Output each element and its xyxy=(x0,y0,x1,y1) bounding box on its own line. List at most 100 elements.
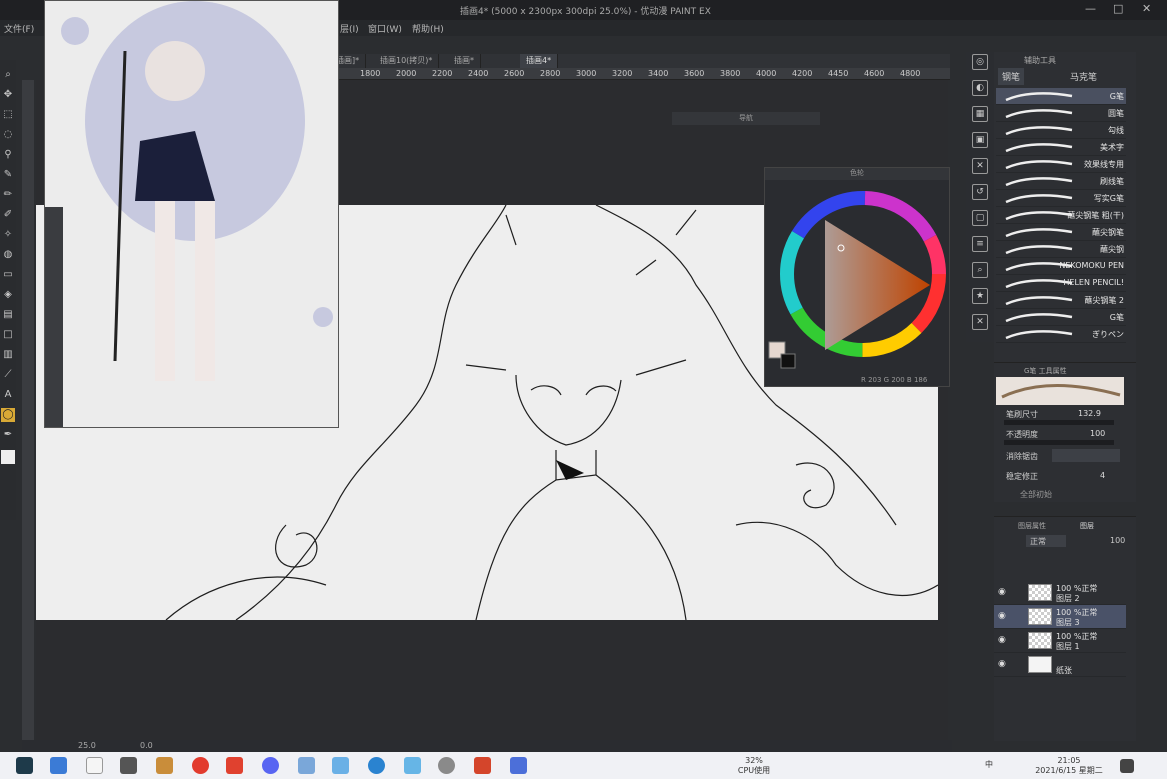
close-panel-icon[interactable]: ✕ xyxy=(972,158,988,174)
menu-file[interactable]: 文件(F) xyxy=(4,22,34,35)
frame-tool-icon[interactable]: ▥ xyxy=(1,348,15,362)
blend-mode-select[interactable]: 正常 xyxy=(1026,535,1066,547)
blend-tool-icon[interactable]: ◍ xyxy=(1,248,15,262)
discord-icon[interactable] xyxy=(262,757,279,774)
app-icon-2[interactable] xyxy=(404,757,421,774)
eyedropper-tool-icon[interactable]: ⚲ xyxy=(1,148,15,162)
main-color-swatch[interactable] xyxy=(1,450,15,464)
tab-doc-4[interactable]: 插画4* xyxy=(520,54,559,68)
opacity-slider[interactable] xyxy=(1004,440,1114,445)
visibility-eye-icon[interactable]: ◉ xyxy=(998,611,1006,621)
sub-view-icon[interactable]: ▢ xyxy=(972,210,988,226)
explorer-icon[interactable] xyxy=(298,757,315,774)
reset-all-button[interactable]: 全部初始 xyxy=(1020,489,1052,500)
close-icon[interactable]: ✕ xyxy=(972,314,988,330)
layer-property-icon[interactable]: ≡ xyxy=(972,236,988,252)
layer-row[interactable]: ◉ 100 %正常 图层 2 xyxy=(994,581,1126,605)
netease-music-icon[interactable] xyxy=(192,757,209,774)
brush-item[interactable]: 蘸尖钢笔 粗(干) xyxy=(996,207,1126,224)
brush-item[interactable]: 美术字 xyxy=(996,139,1126,156)
zoom-tool-icon[interactable]: ⌕ xyxy=(1,68,15,82)
layer-row[interactable]: ◉ 纸张 xyxy=(994,653,1126,677)
eraser-tool-icon[interactable]: ▭ xyxy=(1,268,15,282)
rotation-value[interactable]: 0.0 xyxy=(140,741,153,750)
text-tool-icon[interactable]: A xyxy=(1,388,15,402)
app-icon-3[interactable] xyxy=(474,757,491,774)
color-wheel-panel[interactable]: 色轮 R 203 G 200 B 186 xyxy=(764,167,950,387)
visibility-eye-icon[interactable]: ◉ xyxy=(998,635,1006,645)
close-button[interactable]: ✕ xyxy=(1142,2,1151,15)
menu-window[interactable]: 窗口(W) xyxy=(368,22,402,35)
brush-item[interactable]: 蘸尖钢笔 xyxy=(996,224,1126,241)
item-bank-icon[interactable]: ★ xyxy=(972,288,988,304)
brush-item[interactable]: 圆笔 xyxy=(996,105,1126,122)
shape-tool-icon[interactable]: □ xyxy=(1,328,15,342)
brush-item[interactable]: 蘸尖钢 xyxy=(996,241,1126,258)
brush-item[interactable]: G笔 xyxy=(996,88,1126,105)
color-wheel[interactable] xyxy=(765,180,951,380)
brush-item[interactable]: ぎりペン xyxy=(996,326,1126,343)
layer-opacity-value[interactable]: 100 xyxy=(1110,536,1125,545)
tab-doc-2[interactable]: 插画10(拷贝)* xyxy=(374,54,440,68)
menu-help[interactable]: 帮助(H) xyxy=(412,22,444,35)
brush-item[interactable]: NEKOMOKU PEN xyxy=(996,258,1126,275)
gradient-tool-icon[interactable]: ▤ xyxy=(1,308,15,322)
history-icon[interactable]: ↺ xyxy=(972,184,988,200)
paint-icon[interactable] xyxy=(156,757,173,774)
opacity-value[interactable]: 100 xyxy=(1090,429,1105,438)
pencil-tool-icon[interactable]: ✏ xyxy=(1,188,15,202)
brush-size-slider[interactable] xyxy=(1004,420,1114,425)
select-tool-icon[interactable]: ⬚ xyxy=(1,108,15,122)
layer-row[interactable]: ◉ 100 %正常 图层 3 xyxy=(994,605,1126,629)
layer-tab[interactable]: 图层 xyxy=(1080,521,1094,531)
search-layer-icon[interactable]: ⌕ xyxy=(972,262,988,278)
minimize-button[interactable]: — xyxy=(1085,2,1096,15)
balloon-tool-icon[interactable]: ◯ xyxy=(1,408,15,422)
layer-row[interactable]: ◉ 100 %正常 图层 1 xyxy=(994,629,1126,653)
reference-image-window[interactable] xyxy=(44,0,339,428)
layer-prop-tab[interactable]: 图层属性 xyxy=(1018,521,1046,531)
stabilization-value[interactable]: 4 xyxy=(1100,471,1105,480)
move-tool-icon[interactable]: ✥ xyxy=(1,88,15,102)
maximize-button[interactable]: □ xyxy=(1113,2,1123,15)
brush-item[interactable]: G笔 xyxy=(996,309,1126,326)
game-icon[interactable] xyxy=(120,757,137,774)
settings-app-icon[interactable] xyxy=(438,757,455,774)
animate-app-icon[interactable] xyxy=(16,757,33,774)
navigator-floating-bar[interactable]: 导航 xyxy=(672,112,820,125)
brush-item[interactable]: 刷线笔 xyxy=(996,173,1126,190)
color-set-icon[interactable]: ▦ xyxy=(972,106,988,122)
brush-item[interactable]: HELEN PENCIL! xyxy=(996,275,1126,292)
app-icon-p[interactable] xyxy=(510,757,527,774)
tab-pen[interactable]: 钢笔 xyxy=(998,68,1025,85)
input-language[interactable]: 中 xyxy=(982,760,996,770)
clip-studio-icon[interactable] xyxy=(50,757,67,774)
tab-marker[interactable]: 马克笔 xyxy=(1066,68,1101,85)
file-icon[interactable] xyxy=(86,757,103,774)
tab-doc-3[interactable]: 插画* xyxy=(448,54,481,68)
brush-item[interactable]: 写实G笔 xyxy=(996,190,1126,207)
antialias-selector[interactable] xyxy=(1052,449,1120,462)
correct-line-tool-icon[interactable]: ✒ xyxy=(1,428,15,442)
lasso-tool-icon[interactable]: ◌ xyxy=(1,128,15,142)
material-icon[interactable]: ▣ xyxy=(972,132,988,148)
airbrush-tool-icon[interactable]: ✧ xyxy=(1,228,15,242)
brush-size-value[interactable]: 132.9 xyxy=(1078,409,1101,418)
app-icon-1[interactable] xyxy=(332,757,349,774)
browser-icon[interactable] xyxy=(368,757,385,774)
zoom-value[interactable]: 25.0 xyxy=(78,741,96,750)
ruler-tool-icon[interactable]: ⟋ xyxy=(1,368,15,382)
brush-item[interactable]: 效果线专用 xyxy=(996,156,1126,173)
visibility-eye-icon[interactable]: ◉ xyxy=(998,587,1006,597)
notification-icon[interactable] xyxy=(1120,759,1134,773)
brush-item[interactable]: 勾线 xyxy=(996,122,1126,139)
menu-layer[interactable]: 层(I) xyxy=(340,22,359,35)
pen-tool-icon[interactable]: ✎ xyxy=(1,168,15,182)
brush-tool-icon[interactable]: ✐ xyxy=(1,208,15,222)
brush-item[interactable]: 蘸尖钢笔 2 xyxy=(996,292,1126,309)
wps-icon[interactable] xyxy=(226,757,243,774)
color-wheel-icon[interactable]: ◐ xyxy=(972,80,988,96)
navigator-icon[interactable]: ◎ xyxy=(972,54,988,70)
clock[interactable]: 21:05 2021/6/15 星期二 xyxy=(1030,756,1108,776)
fill-tool-icon[interactable]: ◈ xyxy=(1,288,15,302)
